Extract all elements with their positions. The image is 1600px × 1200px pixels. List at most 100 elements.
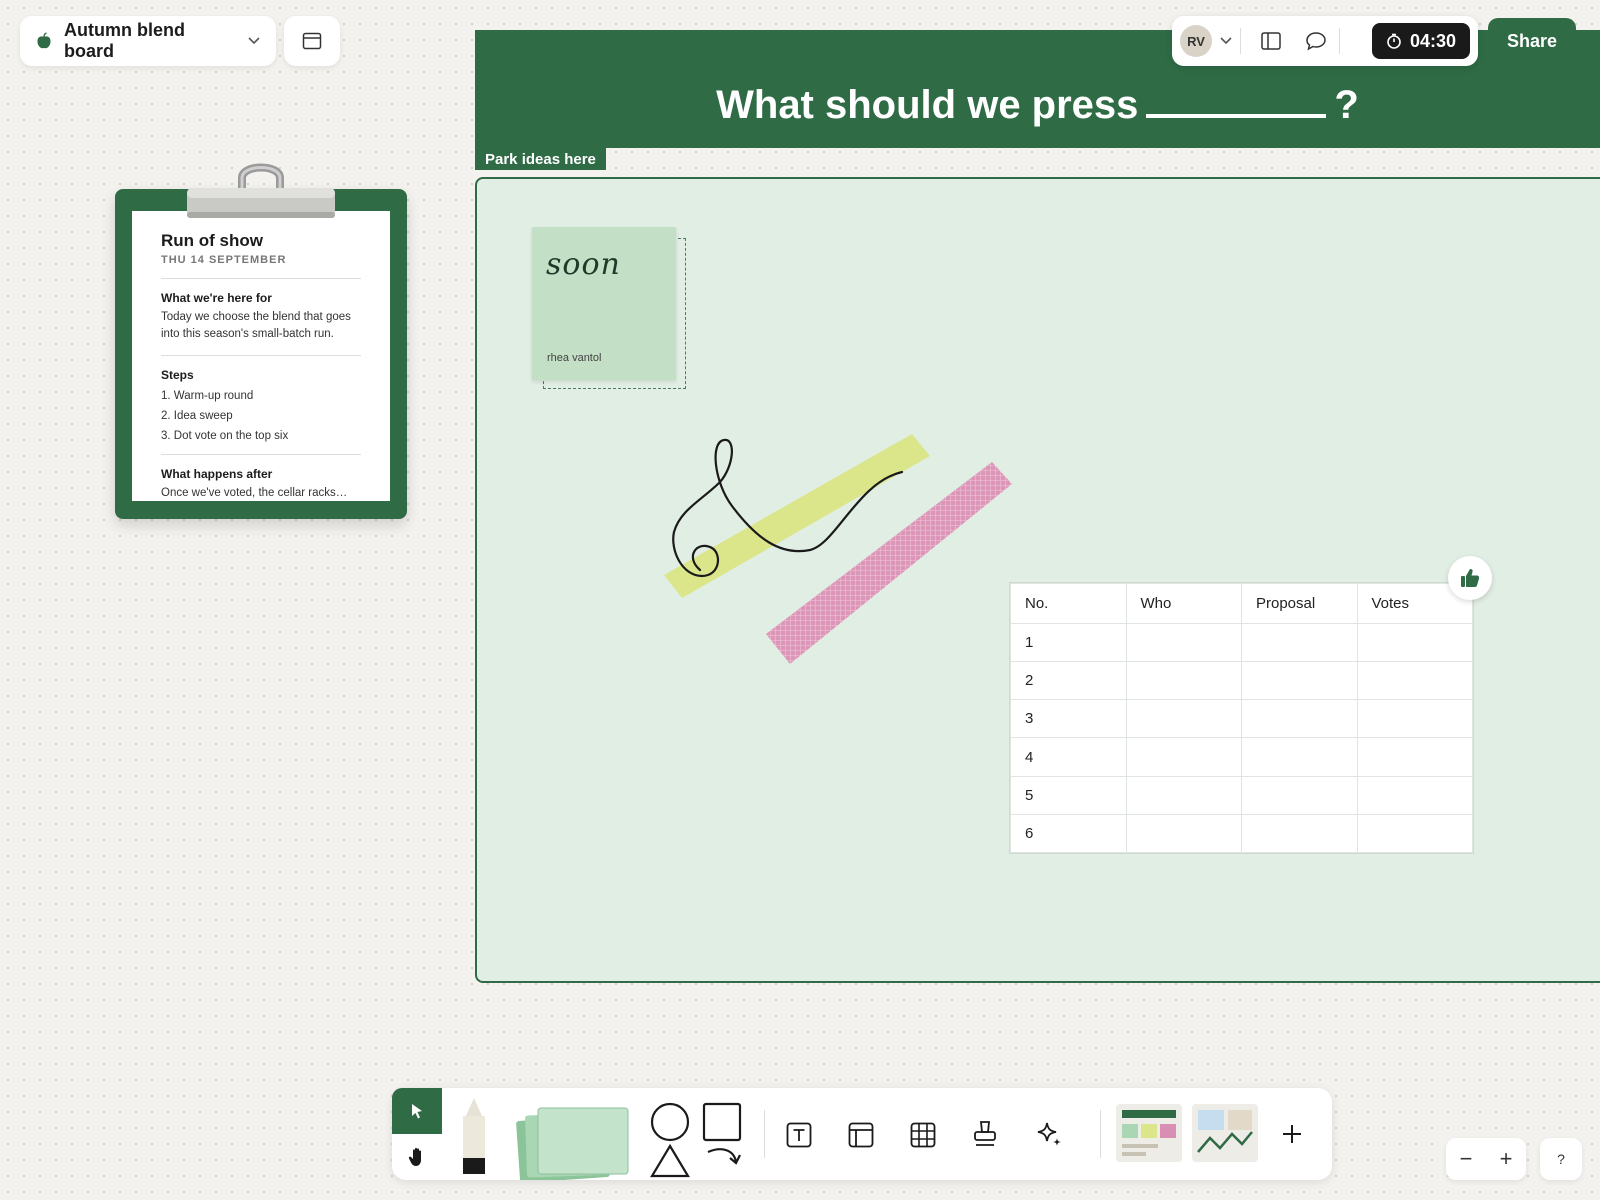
- comment-icon[interactable]: [1301, 31, 1331, 51]
- question-text: What should we press ?: [716, 83, 1359, 128]
- clipboard-title: Run of show: [161, 231, 263, 250]
- table-cell[interactable]: [1241, 775, 1358, 815]
- apple-icon: [37, 32, 51, 49]
- table-cell[interactable]: [1356, 622, 1473, 663]
- board-title: Autumn blend board: [64, 20, 185, 61]
- table-cell[interactable]: [1125, 661, 1242, 701]
- shapes-icon[interactable]: [648, 1102, 748, 1178]
- run-of-show-clipboard[interactable]: Run of show THU 14 SEPTEMBER What we're …: [115, 189, 407, 519]
- section-heading: What we're here for: [161, 291, 272, 305]
- stopwatch-icon: [1387, 33, 1401, 49]
- frame-tool-icon[interactable]: [848, 1122, 874, 1148]
- bottom-toolbar: [392, 1088, 1332, 1180]
- table-row: 6: [1010, 813, 1473, 854]
- table-tool-icon[interactable]: [910, 1122, 936, 1148]
- text-tool-icon[interactable]: [786, 1122, 812, 1148]
- column-header-no: No.: [1010, 583, 1127, 624]
- question-blank: [1146, 114, 1327, 118]
- sticky-text: soon: [546, 247, 621, 282]
- chevron-down-icon[interactable]: [1220, 37, 1232, 45]
- table-row: 4: [1010, 737, 1473, 777]
- table-row: 5: [1010, 775, 1473, 815]
- row-number[interactable]: 4: [1010, 737, 1127, 777]
- column-header-proposal: Proposal: [1241, 583, 1358, 624]
- thumbs-up-button[interactable]: [1448, 556, 1492, 600]
- divider: [161, 454, 361, 455]
- hand-icon: [408, 1147, 421, 1166]
- hand-tool[interactable]: [392, 1134, 442, 1180]
- divider: [161, 355, 361, 356]
- column-header-who: Who: [1125, 583, 1242, 624]
- section-heading: What happens after: [161, 467, 273, 481]
- table-cell[interactable]: [1241, 737, 1358, 777]
- sidebar-icon[interactable]: [1249, 31, 1293, 51]
- clipboard-clip-icon: [187, 163, 335, 218]
- avatar[interactable]: RV: [1180, 25, 1212, 57]
- share-button[interactable]: Share: [1488, 18, 1576, 64]
- row-number[interactable]: 2: [1010, 661, 1127, 701]
- thumbs-up-icon: [1461, 569, 1480, 587]
- divider: [1100, 1110, 1101, 1158]
- sparkle-ai-icon[interactable]: [1036, 1120, 1064, 1148]
- sticky-note[interactable]: soon rhea vantol: [532, 227, 676, 380]
- row-number[interactable]: 1: [1010, 622, 1127, 663]
- timer-button[interactable]: 04:30: [1371, 23, 1470, 59]
- table-row: 1: [1010, 622, 1473, 663]
- marker-icon[interactable]: [456, 1096, 492, 1178]
- table-cell[interactable]: [1356, 661, 1473, 701]
- table-cell[interactable]: [1356, 813, 1473, 854]
- template-board-icon[interactable]: [1116, 1104, 1182, 1162]
- template-chart-icon[interactable]: [1192, 1104, 1258, 1162]
- table-cell[interactable]: [1125, 699, 1242, 739]
- row-number[interactable]: 5: [1010, 775, 1127, 815]
- question-label: What should we press: [716, 82, 1139, 127]
- zoom-out-button[interactable]: −: [1460, 1146, 1473, 1172]
- table-cell[interactable]: [1125, 622, 1242, 663]
- table-cell[interactable]: [1241, 813, 1358, 854]
- tape-and-scribble-drawing[interactable]: [640, 420, 1020, 680]
- list-item: 3. Dot vote on the top six: [161, 430, 289, 442]
- list-item: 1. Warm-up round: [161, 390, 254, 402]
- clipboard-date: THU 14 SEPTEMBER: [161, 254, 287, 266]
- divider: [161, 278, 361, 279]
- select-tool[interactable]: [392, 1088, 442, 1134]
- window-icon: [302, 32, 322, 50]
- divider: [1339, 28, 1340, 54]
- table-cell[interactable]: [1241, 699, 1358, 739]
- zoom-in-button[interactable]: +: [1500, 1146, 1513, 1172]
- table-cell[interactable]: [1125, 813, 1242, 854]
- zoom-control: − +: [1446, 1138, 1526, 1180]
- sticky-stack-icon[interactable]: [516, 1106, 634, 1180]
- sticky-author: rhea vantol: [547, 352, 602, 364]
- table-row: 3: [1010, 699, 1473, 739]
- plus-icon[interactable]: [1280, 1122, 1304, 1146]
- table-cell[interactable]: [1241, 622, 1358, 663]
- board-switcher[interactable]: Autumn blend board: [20, 16, 276, 66]
- board-panel-button[interactable]: [284, 16, 340, 66]
- park-zone-label: Park ideas here: [475, 148, 606, 170]
- table-header-row: No. Who Proposal Votes: [1010, 583, 1473, 624]
- list-item: 2. Idea sweep: [161, 410, 233, 422]
- table-cell[interactable]: [1125, 775, 1242, 815]
- section-heading: Steps: [161, 368, 194, 382]
- chevron-down-icon: [248, 37, 260, 45]
- vote-table[interactable]: No. Who Proposal Votes 1 2 3 4 5 6: [1009, 582, 1474, 854]
- table-cell[interactable]: [1356, 699, 1473, 739]
- question-mark: ?: [1334, 82, 1359, 127]
- table-cell[interactable]: [1356, 775, 1473, 815]
- divider: [764, 1110, 765, 1158]
- table-cell[interactable]: [1356, 737, 1473, 777]
- timer-value: 04:30: [1409, 30, 1456, 51]
- table-cell[interactable]: [1125, 737, 1242, 777]
- pink-tape[interactable]: [766, 462, 1012, 664]
- stamp-tool-icon[interactable]: [972, 1120, 998, 1148]
- row-number[interactable]: 3: [1010, 699, 1127, 739]
- section-body: Once we've voted, the cellar racks…: [161, 487, 348, 499]
- cursor-arrow-icon: [412, 1104, 422, 1119]
- table-row: 2: [1010, 661, 1473, 701]
- help-button[interactable]: ?: [1540, 1138, 1582, 1180]
- row-number[interactable]: 6: [1010, 813, 1127, 854]
- section-body: Today we choose the blend that goes into…: [161, 311, 351, 340]
- steps-list: 1. Warm-up round 2. Idea sweep 3. Dot vo…: [161, 386, 361, 446]
- table-cell[interactable]: [1241, 661, 1358, 701]
